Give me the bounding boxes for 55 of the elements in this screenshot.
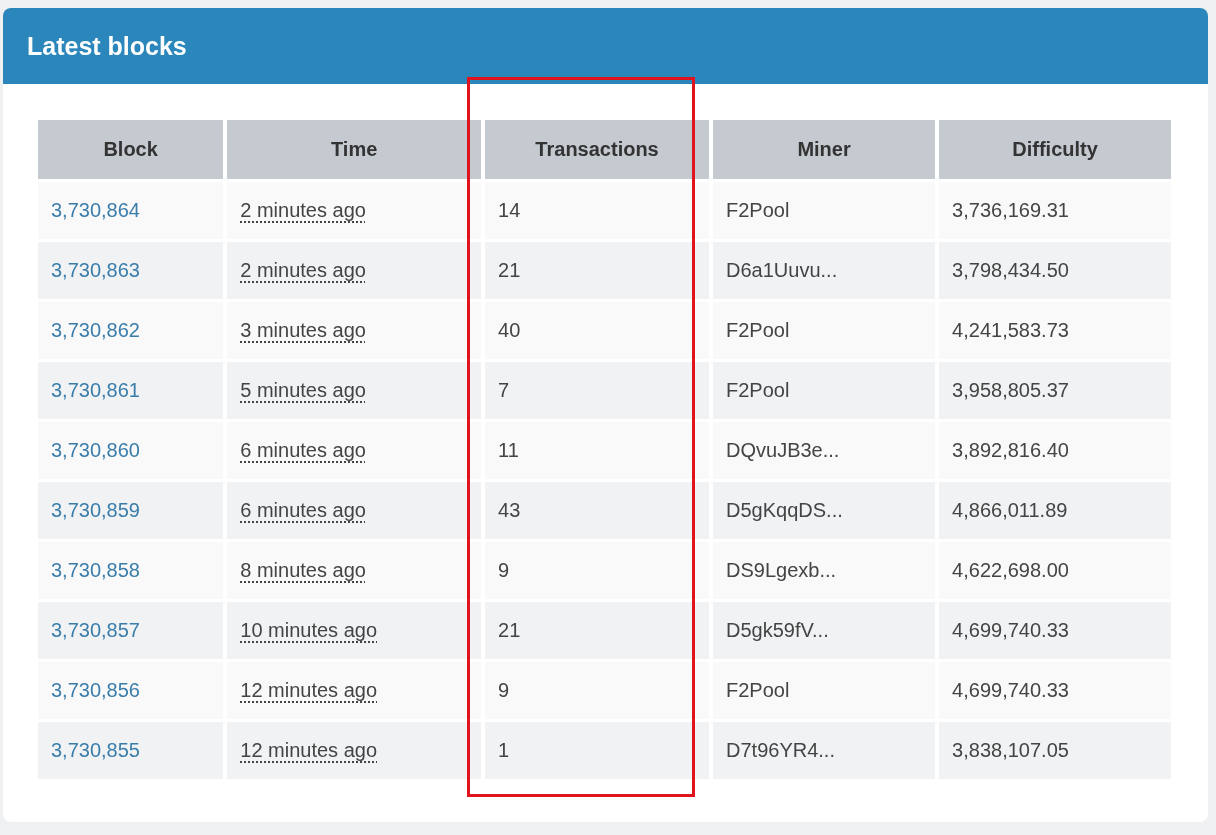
column-header: Time [227, 120, 482, 179]
table-cell: 3,892,816.40 [952, 439, 1069, 461]
time-ago: 2 minutes ago [240, 199, 366, 221]
panel-title: Latest blocks [27, 31, 187, 61]
table-cell: F2Pool [726, 679, 790, 701]
block-link[interactable]: 3,730,863 [51, 259, 140, 281]
table-cell: 7 [498, 379, 510, 401]
block-link[interactable]: 3,730,855 [51, 739, 140, 761]
table-cell: 4,622,698.00 [952, 559, 1069, 581]
table-cell: 3,958,805.37 [952, 379, 1069, 401]
column-header: Difficulty [939, 120, 1171, 179]
table-cell: F2Pool [726, 379, 790, 401]
table-cell: 4,866,011.89 [952, 499, 1068, 521]
table-cell: 11 [498, 439, 519, 461]
table-cell: 40 [498, 319, 521, 341]
table-cell: D7t96YR4... [726, 739, 835, 761]
block-link[interactable]: 3,730,856 [51, 679, 140, 701]
table-cell: D5gk59fV... [726, 619, 829, 641]
column-header: Block [38, 120, 224, 179]
time-ago: 12 minutes ago [240, 679, 378, 701]
time-ago: 10 minutes ago [240, 619, 378, 641]
table-cell: D6a1Uuvu... [726, 259, 838, 281]
table-cell: 4,699,740.33 [952, 619, 1069, 641]
time-ago: 3 minutes ago [240, 319, 366, 341]
time-ago: 5 minutes ago [240, 379, 366, 401]
table-cell: DS9Lgexb... [726, 559, 837, 581]
table-cell: 4,241,583.73 [952, 319, 1069, 341]
table-cell: 21 [498, 619, 521, 641]
table-cell: 3,736,169.31 [952, 199, 1069, 221]
table-cell: 3,798,434.50 [952, 259, 1069, 281]
column-header: Miner [713, 120, 936, 179]
table-cell: 14 [498, 199, 521, 221]
time-ago: 12 minutes ago [240, 739, 378, 761]
table-cell: 3,838,107.05 [952, 739, 1069, 761]
time-ago: 8 minutes ago [240, 559, 366, 581]
time-ago: 6 minutes ago [240, 499, 366, 521]
block-link[interactable]: 3,730,864 [51, 199, 140, 221]
table-cell: 4,699,740.33 [952, 679, 1069, 701]
block-link[interactable]: 3,730,858 [51, 559, 140, 581]
table-cell: 21 [498, 259, 521, 281]
time-ago: 6 minutes ago [240, 439, 366, 461]
table-cell: DQvuJB3e... [726, 439, 840, 461]
table-cell: F2Pool [726, 199, 790, 221]
table-cell: 9 [498, 679, 510, 701]
block-link[interactable]: 3,730,862 [51, 319, 140, 341]
block-link[interactable]: 3,730,860 [51, 439, 140, 461]
table-cell: 1 [498, 739, 510, 761]
table-cell: 9 [498, 559, 510, 581]
block-link[interactable]: 3,730,857 [51, 619, 140, 641]
time-ago: 2 minutes ago [240, 259, 366, 281]
block-link[interactable]: 3,730,861 [51, 379, 140, 401]
table-cell: 43 [498, 499, 521, 521]
table-cell: D5gKqqDS... [726, 499, 843, 521]
table-cell: F2Pool [726, 319, 790, 341]
block-link[interactable]: 3,730,859 [51, 499, 140, 521]
